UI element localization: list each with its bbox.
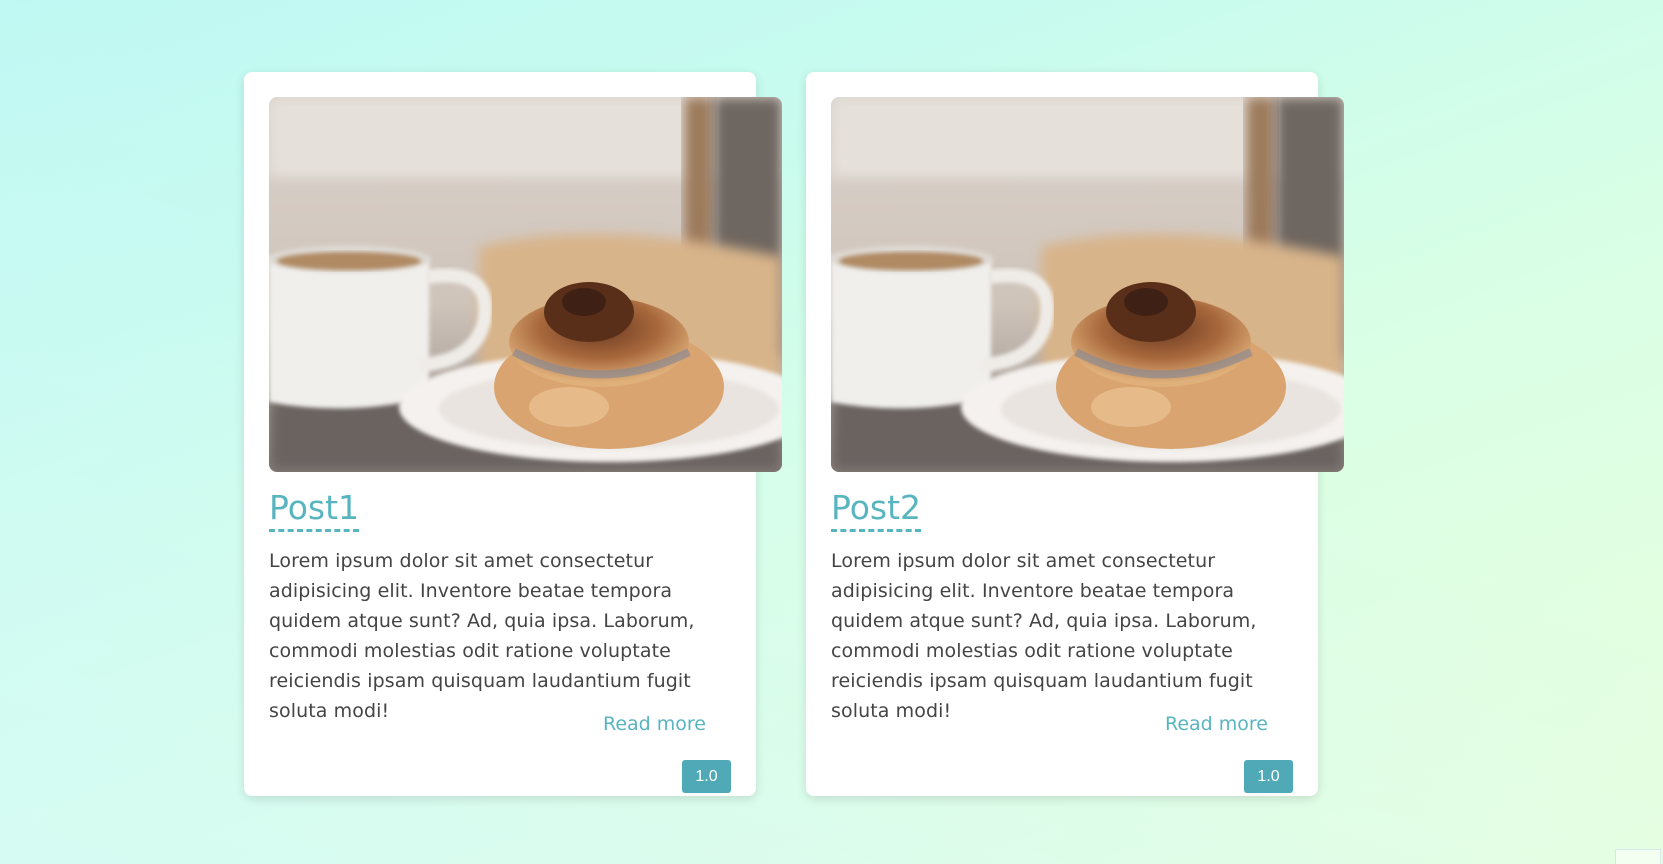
post-excerpt: Lorem ipsum dolor sit amet consectetur a… [831, 550, 1257, 722]
read-more-link[interactable]: Read more [1165, 713, 1268, 735]
post-image [269, 97, 782, 472]
version-badge: 1.0 [1244, 760, 1293, 793]
post-excerpt: Lorem ipsum dolor sit amet consectetur a… [269, 550, 695, 722]
post-image [831, 97, 1344, 472]
version-badge: 1.0 [682, 760, 731, 793]
coffee-cinnamon-roll-photo [831, 97, 1344, 472]
post-card: Post2 Lorem ipsum dolor sit amet consect… [806, 72, 1344, 796]
coffee-cinnamon-roll-photo [269, 97, 782, 472]
post-card: Post1 Lorem ipsum dolor sit amet consect… [244, 72, 782, 796]
read-more-link[interactable]: Read more [603, 713, 706, 735]
post-title: Post2 [831, 488, 922, 532]
corner-widget[interactable] [1615, 849, 1661, 864]
post-card-list: Post1 Lorem ipsum dolor sit amet consect… [244, 72, 1344, 796]
post-title: Post1 [269, 488, 360, 532]
